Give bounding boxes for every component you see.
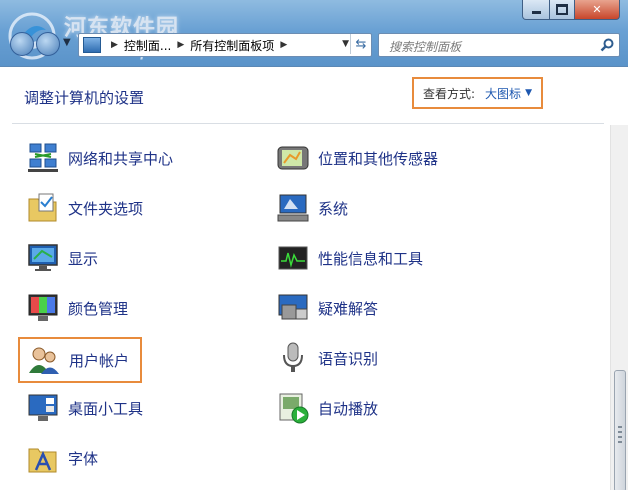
forward-button[interactable] [36,32,60,56]
minimize-icon [531,10,541,14]
breadcrumb-all-items[interactable]: 所有控制面板项 [190,37,274,54]
item-label: 字体 [68,449,99,468]
item-label: 系统 [318,199,349,218]
search-icon[interactable] [599,37,615,53]
fonts-icon [28,448,57,473]
autoplay-icon [279,393,309,424]
performance-icon [278,246,308,270]
troubleshooting-icon [278,294,308,320]
window-controls: ✕ [522,0,620,20]
page-title: 调整计算机的设置 [24,89,145,107]
item-performance[interactable]: 性能信息和工具 [276,240,423,276]
divider [12,123,604,124]
location-sensors-icon [277,146,309,170]
item-troubleshooting[interactable]: 疑难解答 [276,290,378,326]
address-bar[interactable]: ▶ 控制面... ▶ 所有控制面板项 ▶ ▼ ⇆ [78,33,372,57]
item-label: 语音识别 [318,349,379,368]
grip-icon [618,431,622,433]
item-display[interactable]: 显示 [26,240,98,276]
display-icon [28,244,58,271]
network-icon [28,143,58,172]
item-label: 自动播放 [318,399,379,418]
close-icon: ✕ [592,3,602,16]
maximize-button[interactable] [550,0,575,20]
item-label: 疑难解答 [318,299,379,318]
item-label: 位置和其他传感器 [318,149,439,168]
item-label: 网络和共享中心 [68,149,174,168]
item-label: 颜色管理 [68,299,129,318]
item-network-sharing[interactable]: 网络和共享中心 [26,140,173,176]
item-label: 性能信息和工具 [318,249,424,268]
breadcrumb-control-panel[interactable]: 控制面... [124,37,171,54]
search-box[interactable]: 搜索控制面板 [378,33,620,57]
breadcrumb-separator-icon[interactable]: ▶ [280,40,287,50]
vertical-scrollbar[interactable] [610,125,628,490]
system-icon [277,194,309,222]
refresh-button[interactable]: ⇆ [350,34,371,54]
item-location-sensors[interactable]: 位置和其他传感器 [276,140,438,176]
item-folder-options[interactable]: 文件夹选项 [26,190,143,226]
title-bar: 河东软件园 www.pc0359.cn ✕ ▼ ▶ 控制面... ▶ 所有控制面… [0,0,628,67]
control-panel-window: 河东软件园 www.pc0359.cn ✕ ▼ ▶ 控制面... ▶ 所有控制面… [0,0,628,490]
view-by-control: 查看方式: 大图标 ▼ [412,77,543,109]
color-management-icon [28,294,58,321]
minimize-button[interactable] [522,0,550,20]
item-color-management[interactable]: 颜色管理 [26,290,128,326]
address-dropdown-icon[interactable]: ▼ [342,39,349,49]
back-button[interactable] [10,32,34,56]
search-placeholder: 搜索控制面板 [389,40,462,54]
view-by-label: 查看方式: [423,86,476,101]
gadgets-icon [28,394,58,421]
breadcrumb-separator-icon[interactable]: ▶ [111,40,118,50]
refresh-icon: ⇆ [355,36,367,52]
item-speech-recognition[interactable]: 语音识别 [276,340,378,376]
item-label: 显示 [68,249,99,268]
control-panel-icon [83,37,101,53]
speech-recognition-icon [283,342,303,372]
maximize-icon [556,4,568,15]
breadcrumb-separator-icon[interactable]: ▶ [177,40,184,50]
item-fonts[interactable]: 字体 [26,440,98,476]
recent-pages-dropdown-icon[interactable]: ▼ [63,37,71,48]
item-system[interactable]: 系统 [276,190,348,226]
item-label: 用户帐户 [69,351,130,370]
scroll-thumb[interactable] [614,370,626,490]
chevron-down-icon[interactable]: ▼ [525,88,532,98]
item-label: 桌面小工具 [68,399,144,418]
navigation-bar: ▼ ▶ 控制面... ▶ 所有控制面板项 ▶ ▼ ⇆ 搜索控制面板 [0,32,628,58]
grip-icon [618,441,622,443]
close-button[interactable]: ✕ [575,0,620,20]
item-gadgets[interactable]: 桌面小工具 [26,390,143,426]
user-accounts-icon [29,347,59,374]
item-label: 文件夹选项 [68,199,144,218]
folder-options-icon [28,193,57,222]
grip-icon [618,436,622,438]
view-by-dropdown[interactable]: 大图标 [485,85,521,102]
grip-icon [618,426,622,428]
content-area: 调整计算机的设置 查看方式: 大图标 ▼ 网络和共享中心 文件夹选项 显示 颜色… [0,67,628,490]
item-autoplay[interactable]: 自动播放 [276,390,378,426]
item-user-accounts[interactable]: 用户帐户 [18,337,142,383]
